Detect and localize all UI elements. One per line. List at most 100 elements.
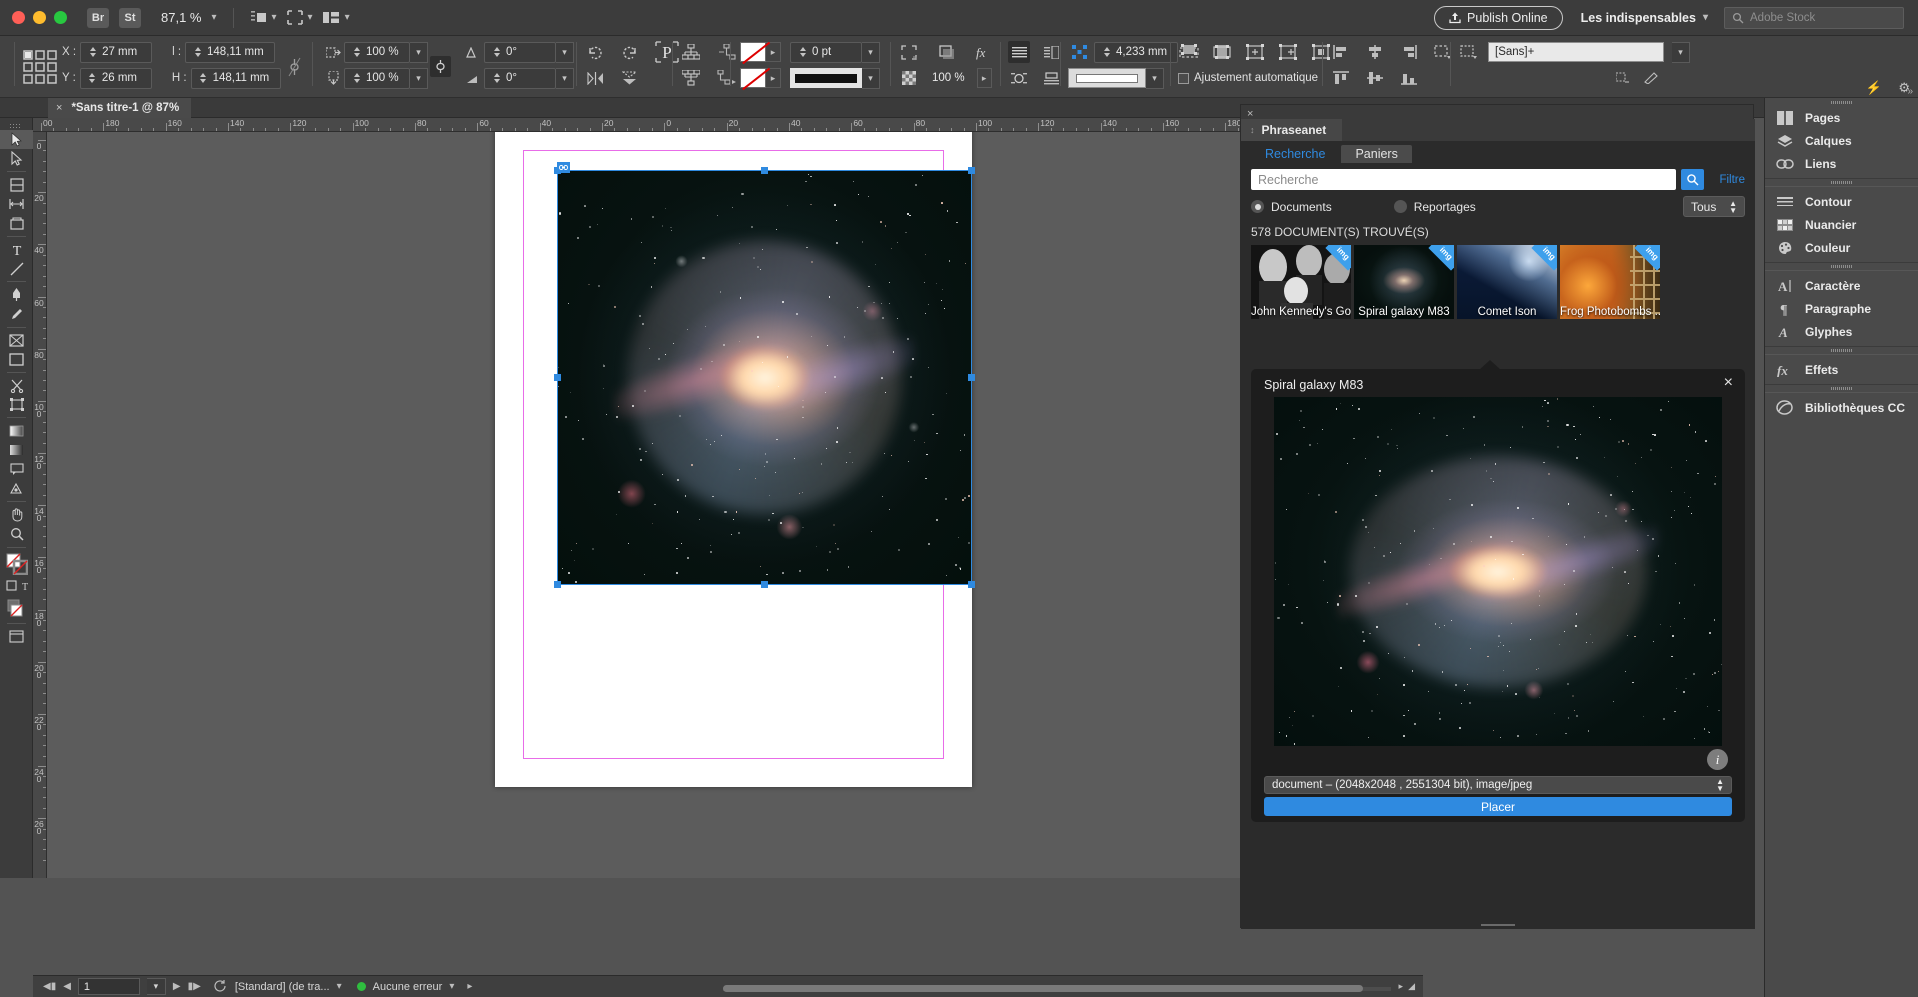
rotate-clockwise-button[interactable] [584,41,606,63]
pen-tool[interactable] [0,285,33,304]
drop-shadow-icon[interactable] [936,41,958,63]
dock-item-couleur[interactable]: Couleur [1765,236,1918,259]
workspace-switcher[interactable]: Les indispensables ▾ [1581,11,1708,25]
show-frame-edges-icon[interactable] [1612,67,1634,89]
fill-frame-proportionally-icon[interactable] [1211,41,1233,63]
opacity-value[interactable]: 100 % [932,72,965,84]
quick-apply-icon[interactable]: ⚡ [1866,80,1882,96]
align-top-icon[interactable] [1330,67,1352,89]
text-wrap-none-button[interactable] [1008,41,1030,63]
x-stepper[interactable] [87,44,98,61]
flip-vertical-button[interactable] [618,67,640,89]
scroll-right-icon[interactable]: ▸ [1398,981,1403,992]
chevron-down-icon[interactable]: ▾ [308,12,313,23]
stroke-style-dropdown[interactable]: ▾ [862,68,880,89]
dock-grip[interactable] [1765,98,1918,106]
color-theme-tool[interactable] [0,479,33,498]
y-field[interactable]: 26 mm [80,68,152,89]
column-preview[interactable] [1068,68,1146,88]
tools-grip[interactable] [0,122,32,130]
stroke-style-preview[interactable] [790,68,862,88]
master-page-icon[interactable] [214,979,228,995]
collapse-dock-icon[interactable]: » [1907,86,1913,97]
opacity-dropdown[interactable]: ▸ [977,68,992,88]
width-field[interactable]: 148,11 mm [185,42,275,63]
filter-link[interactable]: Filtre [1719,174,1745,186]
x-field[interactable]: 27 mm [80,42,152,63]
fill-swatch-dropdown[interactable]: ▸ [766,42,781,62]
horizontal-ruler[interactable]: 0018016014012010080604020020406080100120… [33,118,1423,132]
stock-button[interactable]: St [119,8,141,28]
handle-bottom-center[interactable] [761,581,768,588]
dock-item-contour[interactable]: Contour [1765,190,1918,213]
thumbnail-item[interactable]: img Frog Photobombs ... [1560,245,1660,319]
scale-y-dropdown[interactable]: ▾ [410,68,428,89]
align-bottom-icon[interactable] [1398,67,1420,89]
resize-grip-icon[interactable]: ◢ [1408,981,1415,992]
preview-image[interactable] [1274,397,1722,746]
note-tool[interactable] [0,460,33,479]
jump-object-button[interactable] [1040,67,1062,89]
tab-paniers[interactable]: Paniers [1341,145,1411,163]
shear-stepper[interactable] [491,44,502,61]
preflight-label[interactable]: Aucune erreur [373,981,443,993]
search-button[interactable] [1681,169,1704,190]
dock-item-effets[interactable]: fxEffets [1765,358,1918,381]
subdef-select[interactable]: document – (2048x2048 , 2551304 bit), im… [1264,776,1732,794]
screen-mode-normal-button[interactable] [0,627,33,646]
scroll-thumb[interactable] [723,985,1363,992]
font-style-field[interactable]: [Sans]+ [1488,42,1664,62]
constrain-scale-icon[interactable] [430,56,451,77]
select-next-object-icon[interactable] [716,67,738,89]
maximize-window-button[interactable] [54,11,67,24]
center-content-icon[interactable] [1310,41,1332,63]
scissors-tool[interactable] [0,376,33,395]
rotation-field[interactable]: 0° [484,68,556,89]
shear-dropdown[interactable]: ▾ [556,42,574,63]
handle-bottom-right[interactable] [968,581,975,588]
stroke-weight-stepper[interactable] [797,44,808,61]
thumbnail-item[interactable]: img Spiral galaxy M83 [1354,245,1454,319]
publish-online-button[interactable]: Publish Online [1434,6,1563,30]
line-tool[interactable] [0,259,33,278]
flip-horizontal-button[interactable] [584,67,606,89]
shear-field[interactable]: 0° [484,42,556,63]
scope-select[interactable]: Tous ▲▼ [1683,196,1745,217]
edit-original-icon[interactable] [1640,67,1662,89]
rectangle-frame-tool[interactable] [0,331,33,350]
pencil-tool[interactable] [0,305,33,324]
hand-tool[interactable] [0,505,33,524]
window-controls[interactable] [0,11,67,24]
preview-proxy-button[interactable]: P [652,37,682,67]
gutter-stepper[interactable] [1101,44,1112,61]
thumbnail-item[interactable]: img John Kennedy's Goal [1251,245,1351,319]
handle-top-center[interactable] [761,167,768,174]
dock-group-divider[interactable] [1765,262,1918,271]
close-document-icon[interactable]: × [56,102,62,114]
scale-x-stepper[interactable] [351,44,362,61]
info-icon[interactable]: i [1707,749,1728,770]
direct-selection-tool[interactable] [0,149,33,168]
rotate-counterclockwise-button[interactable] [618,41,640,63]
dock-item-pages[interactable]: Pages [1765,106,1918,129]
align-right-icon[interactable] [1398,41,1420,63]
handle-middle-right[interactable] [968,374,975,381]
page-tool[interactable] [0,175,33,194]
type-tool[interactable]: T [0,240,33,259]
page-number-dropdown[interactable]: ▾ [147,978,166,995]
first-page-icon[interactable]: ◀▮ [43,981,56,992]
chevron-down-icon[interactable]: ▾ [272,12,277,23]
handle-middle-left[interactable] [554,374,561,381]
gradient-swatch-tool[interactable] [0,421,33,440]
effects-fx-icon[interactable]: fx [974,41,996,63]
dock-item-liens[interactable]: Liens [1765,152,1918,175]
dock-item-nuancier[interactable]: Nuancier [1765,213,1918,236]
rotation-dropdown[interactable]: ▾ [556,68,574,89]
zoom-dropdown-icon[interactable]: ▾ [211,12,216,23]
stroke-weight-field[interactable]: 0 pt [790,42,862,63]
minimize-window-button[interactable] [33,11,46,24]
height-stepper[interactable] [198,70,209,87]
radio-reportages[interactable] [1394,200,1407,213]
view-options-button[interactable]: ▾ [287,10,313,25]
corner-options-icon[interactable] [898,41,920,63]
